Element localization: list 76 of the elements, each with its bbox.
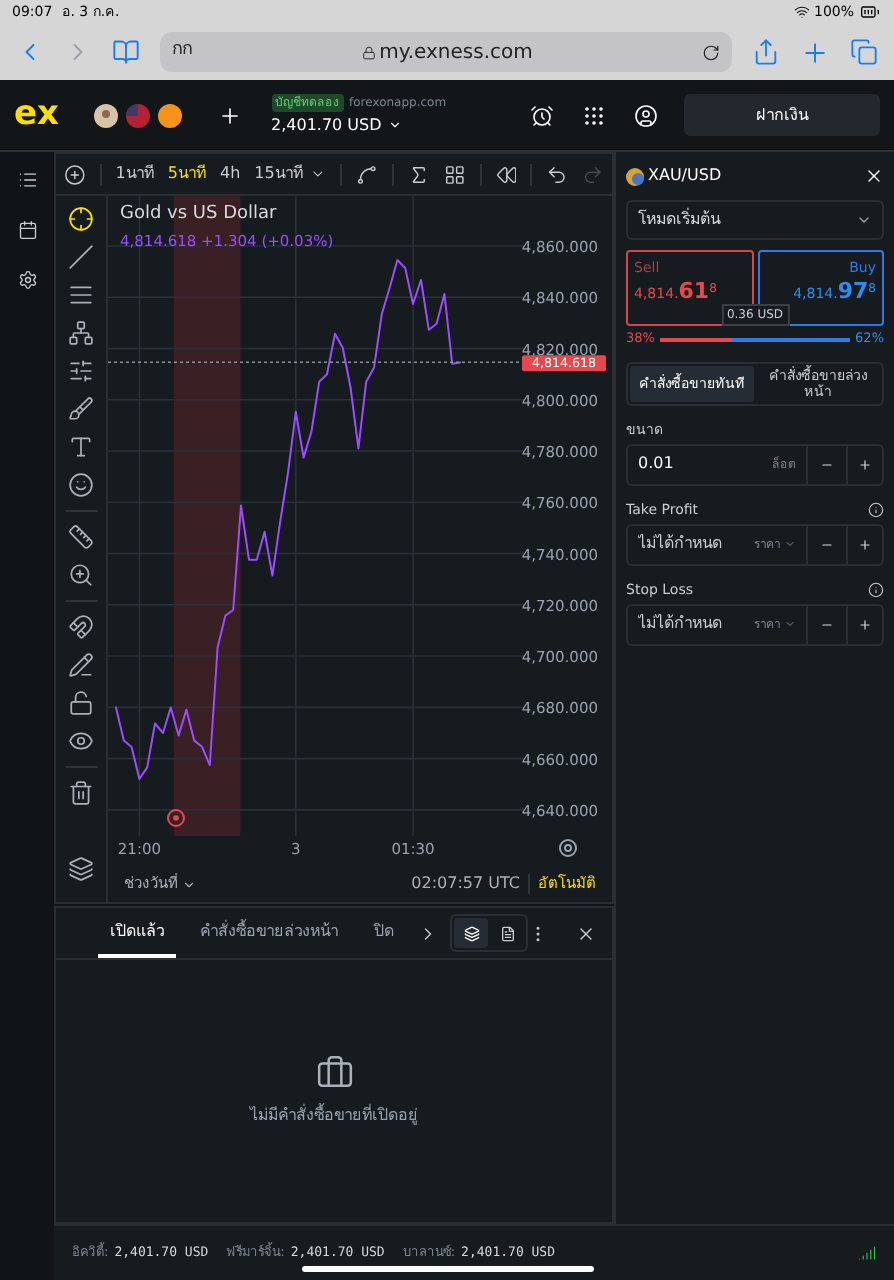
settings-icon[interactable]	[559, 839, 577, 857]
view-toggle[interactable]	[454, 918, 488, 948]
address-bar[interactable]: กก my.exness.com	[160, 32, 732, 72]
profile-icon[interactable]	[634, 103, 658, 127]
coin-icon	[626, 167, 644, 185]
unlock-icon[interactable]	[68, 690, 94, 716]
field-value[interactable]: 0.01	[638, 452, 768, 477]
layers-icon	[463, 925, 479, 941]
document-icon	[499, 925, 515, 941]
battery-icon	[858, 2, 882, 22]
eye-icon[interactable]	[68, 728, 94, 754]
indicators-icon[interactable]	[407, 163, 430, 185]
layout-icon[interactable]	[443, 163, 466, 185]
trash-icon[interactable]	[68, 780, 94, 806]
symbol-title: XAU/USD	[648, 164, 722, 188]
caret-icon	[182, 877, 196, 891]
close-icon[interactable]	[576, 923, 596, 943]
measure-lines-icon[interactable]	[68, 358, 94, 384]
chart-type-icon[interactable]	[356, 163, 378, 185]
parallel-lines-icon[interactable]	[68, 282, 94, 308]
apps-icon[interactable]	[582, 103, 606, 127]
trades-tab[interactable]: คำสั่งซื้อขายล่วงหน้า	[188, 908, 350, 958]
add-indicator-icon[interactable]	[64, 163, 86, 185]
timeframe-tab[interactable]: 5นาที	[167, 162, 206, 186]
deposit-button[interactable]: ฝากเงิน	[684, 94, 880, 136]
trend-line-icon[interactable]	[68, 244, 94, 270]
timeframe-tab[interactable]: 4h	[219, 162, 241, 186]
briefcase-icon	[315, 1054, 353, 1092]
crosshair-icon[interactable]	[68, 206, 94, 232]
instrument-icon[interactable]	[157, 103, 181, 127]
lock-icon	[361, 45, 376, 59]
plus-icon	[858, 537, 872, 552]
undo-icon[interactable]	[546, 163, 569, 185]
mode-dropdown[interactable]: โหมดเริ่มต้น	[626, 200, 884, 240]
info-icon[interactable]	[868, 501, 884, 518]
info-icon[interactable]	[868, 581, 884, 598]
chart-title: Gold vs US Dollar	[120, 202, 279, 228]
ruler-icon[interactable]	[68, 524, 94, 550]
event-marker-icon[interactable]	[167, 809, 185, 827]
balance-dropdown[interactable]: 2,401.70 USD	[271, 113, 447, 137]
bookmarks-icon[interactable]	[112, 38, 140, 66]
caret-icon[interactable]	[310, 166, 327, 182]
caret-icon	[856, 212, 872, 228]
reload-icon[interactable]	[702, 43, 720, 61]
share-icon[interactable]	[752, 38, 780, 66]
add-icon[interactable]	[217, 103, 241, 127]
plus-icon	[858, 617, 872, 632]
logo[interactable]: ex	[14, 98, 59, 132]
layers-icon[interactable]	[68, 856, 94, 882]
zoom-in-icon[interactable]	[68, 562, 94, 588]
text-size-button[interactable]: กก	[172, 38, 192, 66]
instrument-icon[interactable]	[93, 103, 117, 127]
replay-icon[interactable]	[495, 163, 517, 185]
timeframe-tab[interactable]: 15นาที	[254, 162, 303, 186]
caret-icon	[387, 118, 402, 132]
close-icon[interactable]	[864, 166, 884, 186]
trades-tab[interactable]: ปิด	[362, 908, 406, 958]
plus-icon	[858, 457, 872, 472]
pencil-icon[interactable]	[68, 652, 94, 678]
timeframe-tab[interactable]: 1นาที	[115, 162, 154, 186]
wifi-icon	[793, 4, 810, 20]
new-tab-icon[interactable]	[800, 37, 830, 67]
magnet-icon[interactable]	[68, 614, 94, 640]
empty-message: ไม่มีคำสั่งซื้อขายที่เปิดอยู่	[250, 1104, 418, 1128]
calendar-icon[interactable]	[17, 220, 37, 240]
settings-icon[interactable]	[17, 270, 37, 290]
url-text: my.exness.com	[379, 39, 533, 67]
clock-text: 02:07:57 UTC	[411, 872, 520, 896]
trades-tab[interactable]: เปิดแล้ว	[98, 908, 176, 958]
tabs-icon[interactable]	[850, 38, 878, 66]
smiley-icon[interactable]	[68, 472, 94, 498]
brush-icon[interactable]	[68, 396, 94, 422]
signal-icon	[858, 1244, 876, 1262]
text-tool-icon[interactable]	[68, 434, 94, 460]
pattern-icon[interactable]	[68, 320, 94, 346]
alarm-icon[interactable]	[530, 103, 554, 127]
